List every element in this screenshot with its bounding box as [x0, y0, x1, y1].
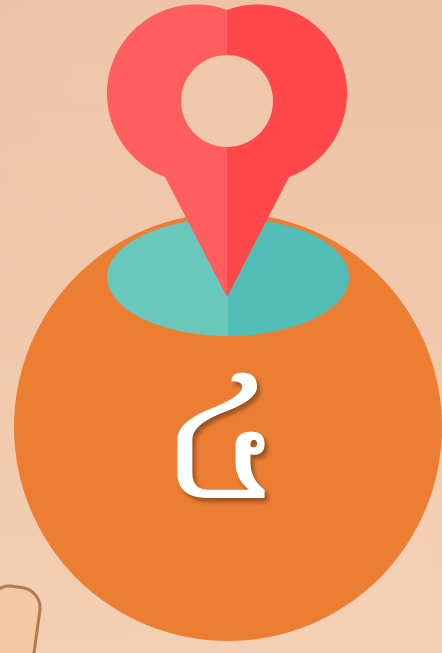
pin-hole	[181, 55, 273, 147]
khmer-numeral: ៤	[160, 341, 282, 539]
location-badge	[14, 4, 442, 641]
